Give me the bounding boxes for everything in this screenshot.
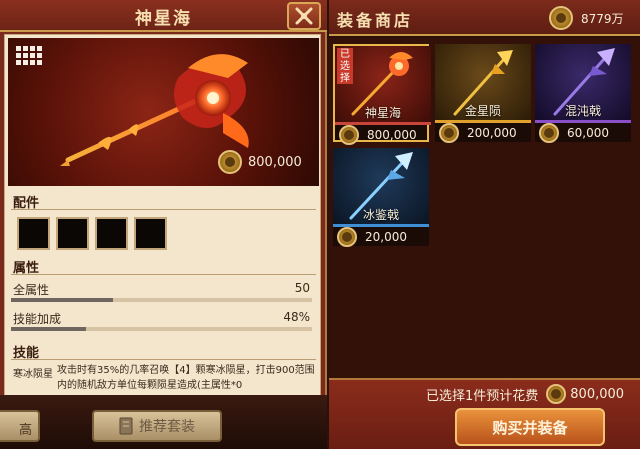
close-icon: [295, 7, 313, 25]
shop-footer: 已选择1件预计花费 800,000 购买并装备: [329, 378, 640, 449]
buy-and-equip-button[interactable]: 购买并装备: [455, 408, 605, 446]
attr-label: 技能加成: [13, 312, 62, 326]
attr-value: 48%: [283, 310, 310, 324]
shop-panel: 装备商店 8779万 已选择 神星海 800,000 金星陨 200,000 混…: [329, 0, 640, 449]
recommend-set-label: 推荐套装: [139, 419, 195, 435]
recommend-set-button[interactable]: 推荐套装: [92, 410, 222, 442]
divider: [11, 359, 316, 360]
shop-item-price-value: 200,000: [467, 126, 517, 140]
shop-item-card[interactable]: 金星陨 200,000: [435, 44, 531, 143]
coin-icon: [339, 125, 359, 145]
coin-icon: [546, 384, 567, 404]
detail-header: 神星海: [0, 0, 327, 32]
shop-item-name: 神星海: [364, 106, 401, 120]
shop-item-price: 800,000: [335, 125, 431, 145]
money-value: 8779万: [581, 11, 624, 26]
attr-bar-fill: [11, 327, 87, 331]
shop-item-name: 金星陨: [464, 104, 501, 118]
shop-item-price-value: 20,000: [365, 230, 407, 244]
detail-footer: 高 推荐套装: [0, 395, 327, 449]
shop-title: 装备商店: [337, 11, 414, 30]
summary-price: 800,000: [570, 386, 625, 402]
shop-item-price-value: 800,000: [367, 128, 417, 142]
attr-label: 全属性: [13, 283, 50, 297]
shop-item-card[interactable]: 冰鉴戟 20,000: [333, 148, 429, 247]
shop-item-price: 60,000: [535, 123, 631, 143]
attr-bar: [11, 298, 312, 302]
divider: [11, 274, 316, 275]
shop-item-price-value: 60,000: [567, 126, 609, 140]
item-price-value: 800,000: [248, 154, 302, 170]
item-preview: 800,000: [8, 38, 319, 186]
money-display: 8779万: [549, 6, 624, 30]
shop-item-name: 冰鉴戟: [362, 208, 399, 222]
shop-item-card[interactable]: 混沌戟 60,000: [535, 44, 631, 143]
purchase-summary: 已选择1件预计花费 800,000: [426, 384, 624, 404]
coin-icon: [218, 150, 242, 174]
coin-icon: [549, 6, 573, 30]
shop-item-price: 200,000: [435, 123, 531, 143]
shop-header: 装备商店 8779万: [329, 0, 640, 36]
attr-bar: [11, 327, 312, 331]
book-icon: [119, 417, 133, 435]
divider: [11, 209, 316, 210]
coin-icon: [337, 227, 357, 247]
part-slot-1[interactable]: [17, 217, 50, 250]
attr-bar-fill: [11, 298, 114, 302]
coin-icon: [539, 123, 559, 143]
detail-body: 800,000 配件 属性 全属性 50 技能加成 48% 技能 寒冰陨星 攻击…: [4, 34, 321, 449]
close-button[interactable]: [287, 2, 321, 30]
shop-grid: 已选择 神星海 800,000 金星陨 200,000 混沌戟 60,000 冰…: [329, 38, 640, 378]
part-slot-4[interactable]: [134, 217, 167, 250]
part-slot-3[interactable]: [95, 217, 128, 250]
coin-icon: [439, 123, 459, 143]
item-title: 神星海: [135, 9, 192, 29]
shop-item-card[interactable]: 已选择 神星海 800,000: [333, 44, 431, 145]
summary-text: 已选择1件预计花费: [426, 388, 539, 404]
partial-button[interactable]: 高: [0, 410, 40, 442]
selected-badge: 已选择: [337, 48, 353, 84]
item-detail-panel: 神星海 800,000 配件 属性 全属性 50 技能加成 48% 技能 寒冰陨…: [0, 0, 327, 449]
skill-name: 寒冰陨星: [13, 369, 53, 380]
item-price: 800,000: [218, 150, 302, 174]
shop-item-name: 混沌戟: [564, 104, 601, 118]
shop-item-price: 20,000: [333, 227, 429, 247]
part-slot-2[interactable]: [56, 217, 89, 250]
attr-value: 50: [294, 281, 310, 295]
skill-description: 攻击时有35%的几率召唤【4】颗寒冰陨星，打击900范围内的随机敌方单位每颗陨星…: [57, 365, 315, 391]
